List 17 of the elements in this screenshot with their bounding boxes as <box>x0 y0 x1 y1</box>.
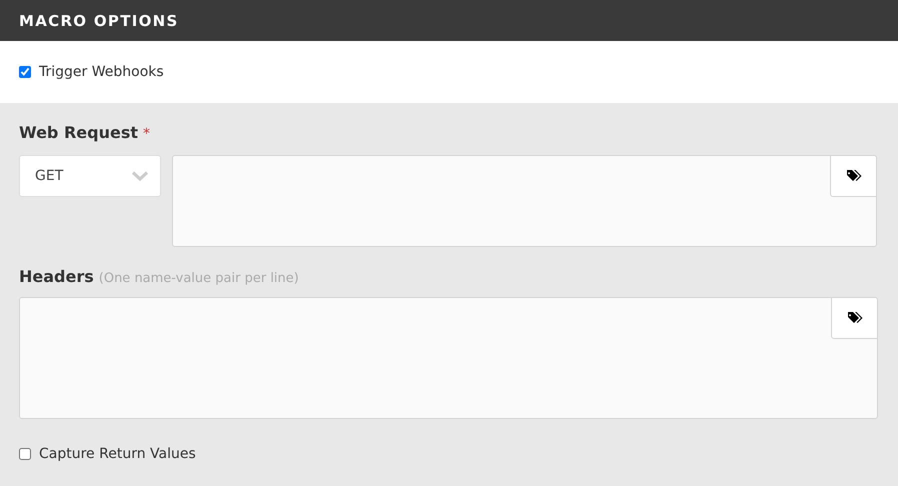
checkbox-label: Capture Return Values <box>39 446 196 462</box>
field-label: Headers <box>19 267 94 286</box>
tag-button[interactable] <box>831 297 878 339</box>
field-label: Web Request <box>19 123 138 142</box>
field-hint: (One name-value pair per line) <box>98 271 299 286</box>
tags-icon <box>846 169 862 183</box>
tags-icon <box>846 311 862 325</box>
headers-field[interactable] <box>19 297 878 419</box>
checkbox[interactable] <box>19 448 31 460</box>
chevron-down-icon <box>132 171 148 181</box>
checkbox[interactable] <box>19 66 31 78</box>
section-title: MACRO OPTIONS <box>19 12 179 30</box>
method-dropdown[interactable]: GET <box>19 155 161 197</box>
required-mark: * <box>143 126 150 142</box>
checkbox-label: Trigger Webhooks <box>39 64 164 80</box>
tag-button[interactable] <box>830 155 877 197</box>
url-field[interactable] <box>172 155 877 247</box>
